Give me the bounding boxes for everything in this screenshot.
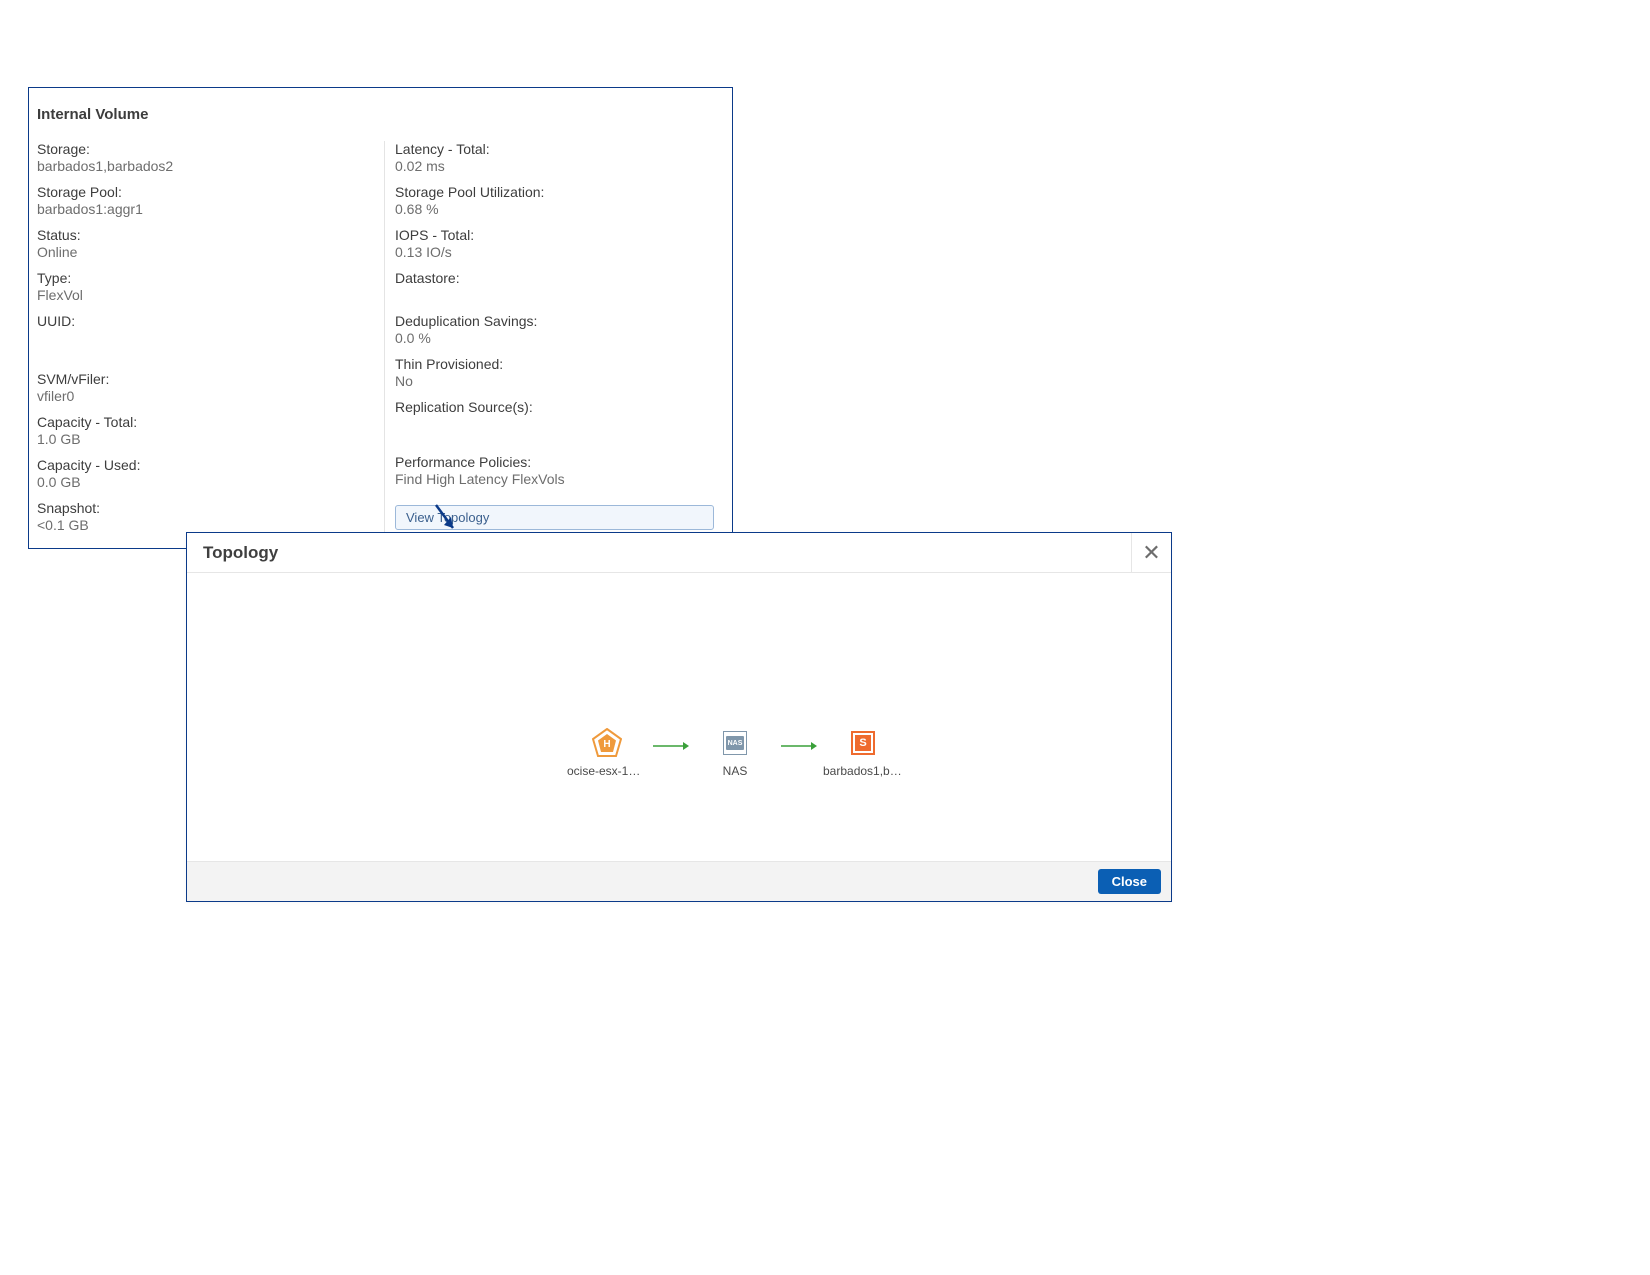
- panel-title: Internal Volume: [37, 106, 732, 123]
- nas-badge: NAS: [726, 736, 744, 750]
- field-performance-policies: Performance Policies:Find High Latency F…: [395, 454, 714, 487]
- topology-graph: H ocise-esx-1431… NAS NAS S: [567, 728, 903, 778]
- field-label: Storage Pool Utilization:: [395, 184, 714, 200]
- node-label: barbados1,bar…: [823, 764, 903, 778]
- field-value: 0.0 %: [395, 330, 714, 346]
- field-label: Status:: [37, 227, 384, 243]
- field-label: Capacity - Total:: [37, 414, 384, 430]
- svg-text:H: H: [603, 739, 610, 750]
- field-value: 1.0 GB: [37, 431, 384, 447]
- field-datastore: Datastore:: [395, 270, 714, 303]
- topology-node-nas[interactable]: NAS NAS: [695, 728, 775, 778]
- field-value: [37, 330, 384, 346]
- details-column-left: Storage:barbados1,barbados2 Storage Pool:…: [29, 141, 384, 543]
- field-uuid: UUID:: [37, 313, 384, 346]
- internal-volume-panel: Internal Volume Storage:barbados1,barbad…: [28, 87, 733, 549]
- field-capacity-total: Capacity - Total:1.0 GB: [37, 414, 384, 447]
- field-status: Status:Online: [37, 227, 384, 260]
- field-value-link[interactable]: barbados1:aggr1: [37, 201, 384, 217]
- field-label: Deduplication Savings:: [395, 313, 714, 329]
- node-label: NAS: [723, 764, 748, 778]
- field-label: Latency - Total:: [395, 141, 714, 157]
- field-label: Thin Provisioned:: [395, 356, 714, 372]
- field-value: 0.68 %: [395, 201, 714, 217]
- field-iops-total: IOPS - Total:0.13 IO/s: [395, 227, 714, 260]
- storage-badge: S: [855, 735, 871, 751]
- field-label: SVM/vFiler:: [37, 371, 384, 387]
- field-value: 0.0 GB: [37, 474, 384, 490]
- field-value: <0.1 GB: [37, 517, 384, 533]
- field-thin-provisioned: Thin Provisioned:No: [395, 356, 714, 389]
- node-label: ocise-esx-1431…: [567, 764, 647, 778]
- topology-node-storage[interactable]: S barbados1,bar…: [823, 728, 903, 778]
- dialog-title: Topology: [187, 543, 1131, 563]
- field-label: Capacity - Used:: [37, 457, 384, 473]
- topology-node-host[interactable]: H ocise-esx-1431…: [567, 728, 647, 778]
- field-storage-pool-utilization: Storage Pool Utilization:0.68 %: [395, 184, 714, 217]
- dialog-header: Topology ✕: [187, 533, 1171, 573]
- field-value-link[interactable]: barbados1,barbados2: [37, 158, 384, 174]
- host-icon: H: [592, 728, 622, 758]
- field-value: No: [395, 373, 714, 389]
- dialog-footer: Close: [187, 861, 1171, 901]
- field-snapshot: Snapshot:<0.1 GB: [37, 500, 384, 533]
- storage-icon: S: [848, 728, 878, 758]
- field-value: 0.13 IO/s: [395, 244, 714, 260]
- field-deduplication-savings: Deduplication Savings:0.0 %: [395, 313, 714, 346]
- field-svm-vfiler: SVM/vFiler:vfiler0: [37, 371, 384, 404]
- field-label: Storage:: [37, 141, 384, 157]
- view-topology-button[interactable]: View Topology: [395, 505, 714, 530]
- field-value: FlexVol: [37, 287, 384, 303]
- field-label: IOPS - Total:: [395, 227, 714, 243]
- field-storage: Storage:barbados1,barbados2: [37, 141, 384, 174]
- field-capacity-used: Capacity - Used:0.0 GB: [37, 457, 384, 490]
- field-latency-total: Latency - Total:0.02 ms: [395, 141, 714, 174]
- field-value: Online: [37, 244, 384, 260]
- field-storage-pool: Storage Pool:barbados1:aggr1: [37, 184, 384, 217]
- topology-dialog: Topology ✕ H ocise-esx-1431… NAS: [186, 532, 1172, 902]
- field-value: [395, 287, 714, 303]
- field-label: Type:: [37, 270, 384, 286]
- field-value: vfiler0: [37, 388, 384, 404]
- field-label: Snapshot:: [37, 500, 384, 516]
- field-value: 0.02 ms: [395, 158, 714, 174]
- field-type: Type:FlexVol: [37, 270, 384, 303]
- field-label: Replication Source(s):: [395, 399, 714, 415]
- field-replication-source-s: Replication Source(s):: [395, 399, 714, 432]
- field-label: Storage Pool:: [37, 184, 384, 200]
- details-column-right: Latency - Total:0.02 ms Storage Pool Util…: [384, 141, 714, 543]
- field-value-link[interactable]: Find High Latency FlexVols: [395, 471, 714, 487]
- topology-arrow-icon: [653, 741, 689, 751]
- field-label: Performance Policies:: [395, 454, 714, 470]
- field-label: UUID:: [37, 313, 384, 329]
- panel-body: Storage:barbados1,barbados2 Storage Pool:…: [29, 141, 732, 543]
- close-button[interactable]: Close: [1098, 869, 1161, 894]
- topology-arrow-icon: [781, 741, 817, 751]
- nas-icon: NAS: [720, 728, 750, 758]
- field-label: Datastore:: [395, 270, 714, 286]
- dialog-body: H ocise-esx-1431… NAS NAS S: [187, 573, 1171, 861]
- dialog-close-x[interactable]: ✕: [1131, 533, 1171, 572]
- field-value: [395, 416, 714, 432]
